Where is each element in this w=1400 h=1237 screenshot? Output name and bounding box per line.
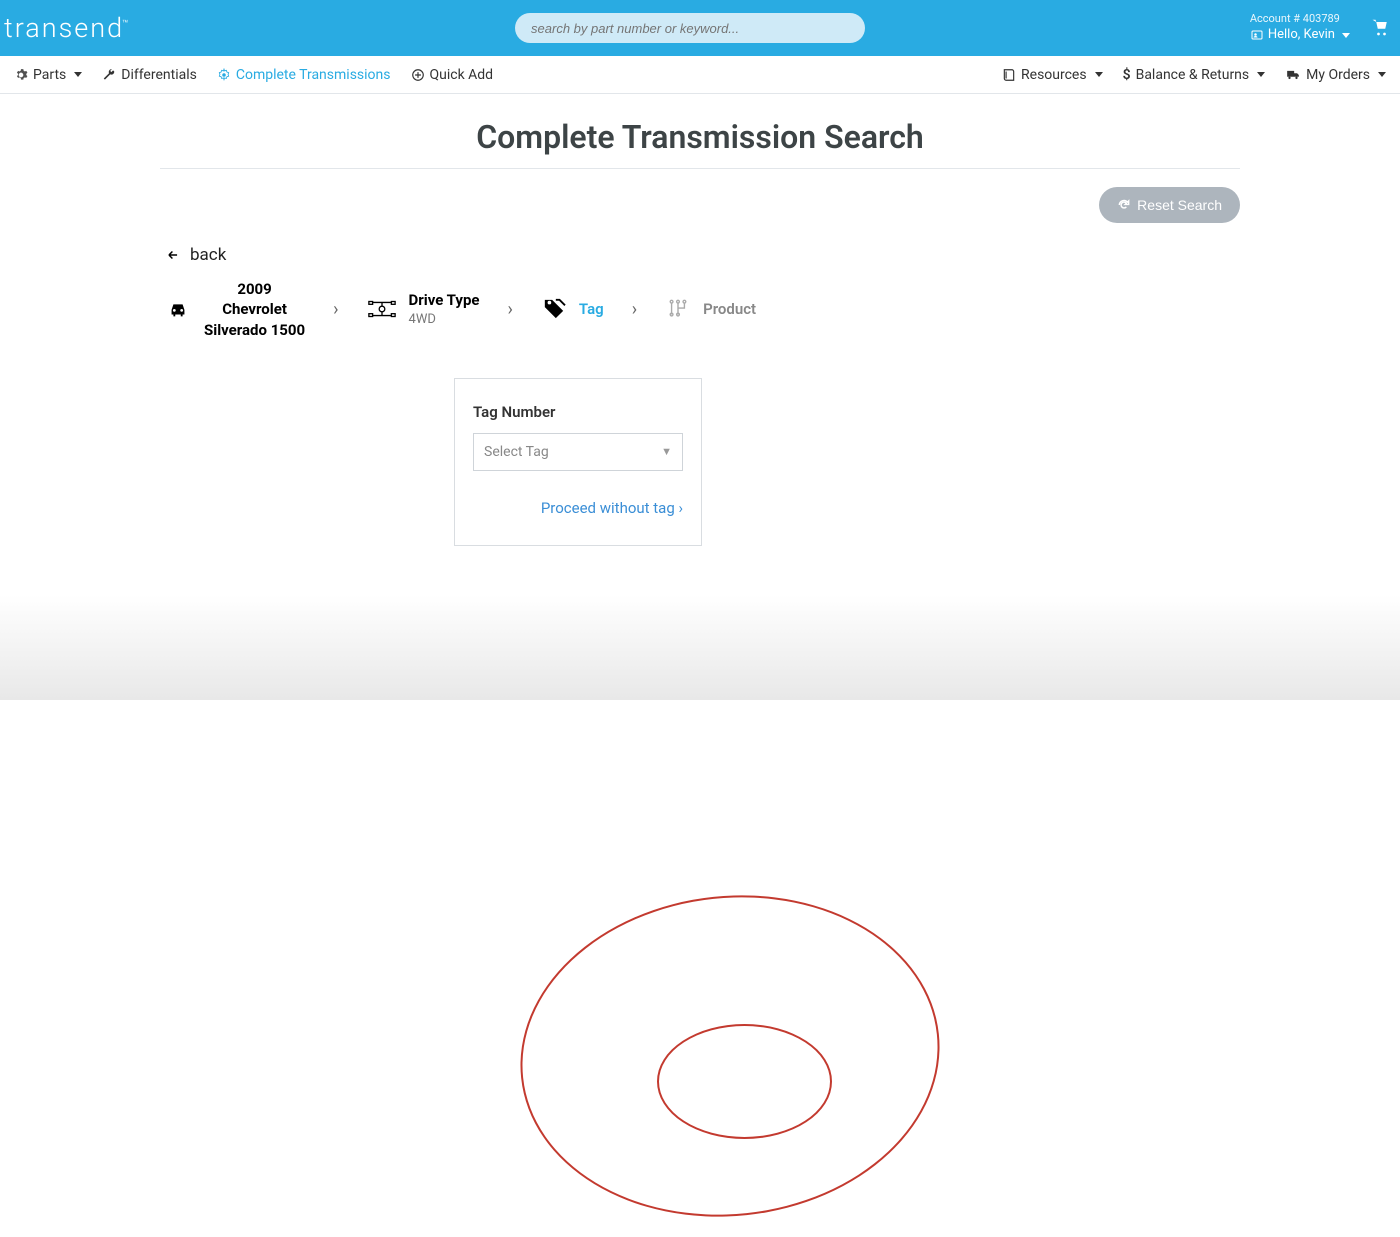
arrow-left-icon bbox=[164, 248, 182, 262]
nav-complete-transmissions[interactable]: Complete Transmissions bbox=[207, 67, 401, 83]
vehicle-year: 2009 bbox=[204, 279, 305, 299]
gear-icon bbox=[14, 68, 28, 82]
top-header: transend™ Account # 403789 Hello, Kevin bbox=[0, 0, 1400, 56]
gear-icon bbox=[217, 68, 231, 82]
search-input[interactable] bbox=[531, 21, 849, 36]
caret-down-icon bbox=[1257, 72, 1265, 77]
account-number: Account # 403789 bbox=[1250, 12, 1350, 26]
step-tag[interactable]: Tag bbox=[541, 298, 604, 320]
drive-type-value: 4WD bbox=[409, 311, 480, 329]
caret-down-icon bbox=[74, 72, 82, 77]
brand-logo: transend™ bbox=[4, 12, 130, 44]
chevron-right-icon: › bbox=[632, 299, 637, 320]
reset-search-button[interactable]: Reset Search bbox=[1099, 187, 1240, 223]
tag-title: Tag bbox=[579, 299, 604, 319]
step-product: Product bbox=[665, 298, 756, 320]
tag-number-label: Tag Number bbox=[473, 403, 683, 421]
truck-icon bbox=[1285, 68, 1301, 82]
proceed-without-tag-link[interactable]: Proceed without tag › bbox=[473, 499, 683, 517]
book-icon bbox=[1002, 68, 1016, 82]
drivetrain-icon bbox=[367, 298, 397, 320]
vehicle-model: Silverado 1500 bbox=[204, 320, 305, 340]
cart-icon[interactable] bbox=[1370, 19, 1390, 37]
page-title: Complete Transmission Search bbox=[160, 118, 1240, 156]
drive-type-title: Drive Type bbox=[409, 290, 480, 310]
header-right: Account # 403789 Hello, Kevin bbox=[1250, 12, 1390, 43]
gearshift-icon bbox=[665, 298, 691, 320]
annotation-ellipse-outer bbox=[504, 875, 955, 1237]
tag-select-placeholder: Select Tag bbox=[484, 444, 549, 460]
tag-number-card: Tag Number Select Tag ▼ Proceed without … bbox=[454, 378, 702, 546]
caret-down-icon bbox=[1095, 72, 1103, 77]
nav-quick-add[interactable]: Quick Add bbox=[401, 67, 504, 83]
dollar-icon: $ bbox=[1123, 67, 1131, 83]
user-greeting: Hello, Kevin bbox=[1250, 27, 1350, 44]
chevron-right-icon: › bbox=[508, 299, 513, 320]
nav-balance-returns[interactable]: $ Balance & Returns bbox=[1113, 67, 1276, 83]
back-link[interactable]: back bbox=[164, 245, 1240, 265]
account-menu[interactable]: Account # 403789 Hello, Kevin bbox=[1250, 12, 1350, 43]
nav-my-orders[interactable]: My Orders bbox=[1275, 67, 1396, 83]
global-search[interactable] bbox=[515, 13, 865, 43]
nav-parts[interactable]: Parts bbox=[4, 67, 92, 83]
secondary-nav: Parts Differentials Complete Transmissio… bbox=[0, 56, 1400, 94]
product-title: Product bbox=[703, 299, 756, 319]
car-icon bbox=[164, 298, 192, 320]
annotation-ellipse-inner bbox=[657, 1024, 832, 1139]
step-vehicle[interactable]: 2009 Chevrolet Silverado 1500 bbox=[164, 279, 305, 340]
tag-select-dropdown[interactable]: Select Tag ▼ bbox=[473, 433, 683, 471]
wizard-breadcrumb: 2009 Chevrolet Silverado 1500 › Drive Ty… bbox=[160, 279, 1240, 340]
plus-circle-icon bbox=[411, 68, 425, 82]
caret-down-icon: ▼ bbox=[661, 445, 672, 458]
nav-differentials[interactable]: Differentials bbox=[92, 67, 207, 83]
caret-down-icon bbox=[1342, 33, 1350, 38]
tag-icon bbox=[541, 298, 567, 320]
main-content: Complete Transmission Search Reset Searc… bbox=[140, 118, 1260, 546]
step-drive-type[interactable]: Drive Type 4WD bbox=[367, 290, 480, 328]
refresh-icon bbox=[1117, 198, 1131, 212]
vehicle-make: Chevrolet bbox=[204, 299, 305, 319]
nav-resources[interactable]: Resources bbox=[992, 67, 1113, 83]
wrench-icon bbox=[102, 68, 116, 82]
id-card-icon bbox=[1250, 29, 1264, 41]
caret-down-icon bbox=[1378, 72, 1386, 77]
divider bbox=[160, 168, 1240, 169]
chevron-right-icon: › bbox=[333, 299, 338, 320]
